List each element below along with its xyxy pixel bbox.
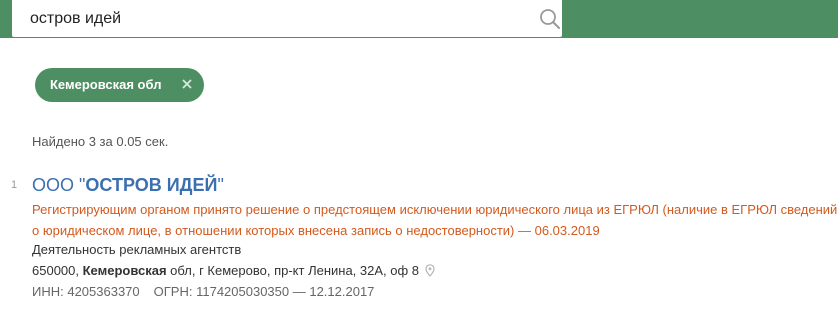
address-rest: обл, г Кемерово, пр-кт Ленина, 32А, оф 8	[166, 263, 420, 278]
region-filter-label: Кемеровская обл	[50, 77, 162, 92]
results-summary: Найдено 3 за 0.05 сек.	[32, 134, 169, 149]
address-region: Кемеровская	[82, 263, 167, 278]
ogrn-value: ОГРН: 1174205030350 — 12.12.2017	[153, 284, 375, 299]
company-name: ОСТРОВ ИДЕЙ	[85, 175, 218, 195]
activity-type: Деятельность рекламных агентств	[32, 242, 242, 257]
map-pin-icon[interactable]	[425, 264, 435, 277]
liquidation-warning: Регистрирующим органом принято решение о…	[32, 202, 838, 238]
result-number: 1	[11, 179, 18, 191]
search-box	[12, 0, 562, 37]
result-title-link[interactable]: ООО "ОСТРОВ ИДЕЙ"	[32, 175, 224, 196]
inn-value: ИНН: 4205363370	[32, 284, 140, 299]
title-suffix: "	[217, 175, 224, 195]
top-bar	[0, 0, 838, 38]
search-icon[interactable]	[539, 8, 561, 30]
address: 650000, Кемеровская обл, г Кемерово, пр-…	[32, 263, 435, 278]
region-filter-chip[interactable]: Кемеровская обл	[35, 68, 204, 102]
title-prefix: ООО "	[32, 175, 86, 195]
search-input[interactable]	[12, 0, 512, 37]
close-icon[interactable]	[180, 77, 194, 91]
registration-ids: ИНН: 4205363370 ОГРН: 1174205030350 — 12.…	[32, 284, 374, 299]
address-postcode: 650000,	[32, 263, 83, 278]
